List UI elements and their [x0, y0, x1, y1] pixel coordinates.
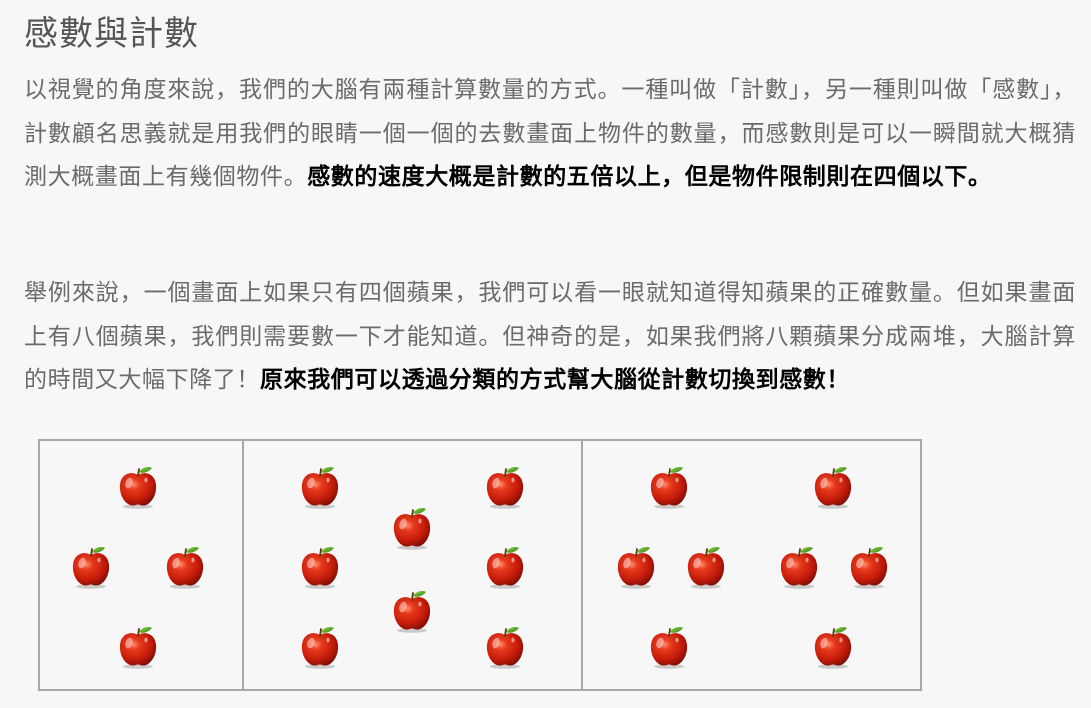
- apple-icon: [684, 543, 728, 589]
- apple-icon: [647, 623, 691, 669]
- apple-icon: [116, 623, 160, 669]
- paragraph-apple-example: 舉例來說，一個畫面上如果只有四個蘋果，我們可以看一眼就知道得知蘋果的正確數量。但…: [24, 272, 1076, 403]
- apple-icon: [390, 587, 434, 633]
- apple-icon: [163, 543, 207, 589]
- article: 感數與計數 以視覺的角度來說，我們的大腦有兩種計算數量的方式。一種叫做「計數」，…: [24, 0, 1076, 393]
- apple-icon: [811, 463, 855, 509]
- article-title: 感數與計數: [24, 14, 199, 54]
- apple-icon: [847, 543, 891, 589]
- apple-icon: [298, 463, 342, 509]
- apple-icon: [69, 543, 113, 589]
- paragraph-counting-vs-subitizing: 以視覺的角度來說，我們的大腦有兩種計算數量的方式。一種叫做「計數」，另一種則叫做…: [24, 69, 1076, 200]
- apple-icon: [483, 543, 527, 589]
- apple-icon: [777, 543, 821, 589]
- panel-grouped-apples: [583, 441, 920, 689]
- apple-icon: [811, 623, 855, 669]
- apple-icon: [116, 463, 160, 509]
- apple-icon: [298, 623, 342, 669]
- apple-icon: [298, 543, 342, 589]
- panel-four-apples: [40, 441, 244, 689]
- panel-eight-apples: [244, 441, 583, 689]
- apple-illustration: [38, 439, 922, 691]
- paragraph1-highlight: 感數的速度大概是計數的五倍以上，但是物件限制則在四個以下。: [307, 164, 992, 190]
- paragraph2-highlight: 原來我們可以透過分類的方式幫大腦從計數切換到感數！: [260, 367, 850, 393]
- apple-icon: [483, 623, 527, 669]
- apple-icon: [647, 463, 691, 509]
- apple-icon: [390, 504, 434, 550]
- apple-icon: [483, 463, 527, 509]
- apple-icon: [614, 543, 658, 589]
